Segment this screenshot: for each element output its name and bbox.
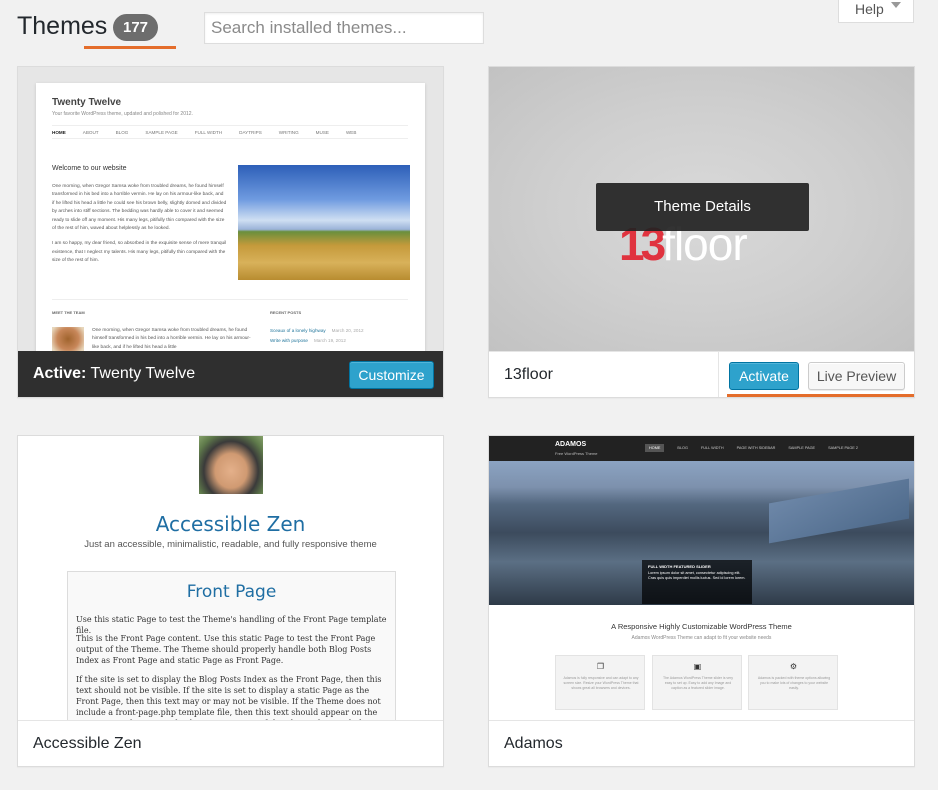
- theme-screenshot[interactable]: 13floor Theme Details: [489, 67, 914, 351]
- preview-post-date: March 20, 2012: [331, 328, 364, 333]
- preview-nav-item: WEB: [345, 130, 357, 135]
- help-label: Help: [855, 1, 884, 17]
- preview-avatar-image: [199, 436, 263, 494]
- preview-paragraph: I am so happy, my dear friend, so absorb…: [52, 241, 227, 264]
- feature-text: Adamos is packed with theme options allo…: [757, 676, 831, 690]
- preview-post-link: Sceaux of a lonely highway: [270, 328, 326, 333]
- theme-name: Twenty Twelve: [90, 365, 196, 382]
- live-preview-button[interactable]: Live Preview: [808, 362, 905, 390]
- active-theme-name: Active: Twenty Twelve: [33, 365, 195, 383]
- preview-brand: ADAMOS: [555, 441, 587, 448]
- theme-count-badge: 177: [113, 14, 159, 41]
- preview-feature-box: ❐ Adamos is fully responsive and can ada…: [555, 655, 645, 710]
- theme-screenshot[interactable]: ADAMOS Free WordPress Theme HOME BLOG FULL…: [489, 436, 914, 720]
- theme-name: Accessible Zen: [33, 735, 142, 752]
- title-underline: [84, 46, 176, 49]
- preview-body: One morning, when Gregor Samsa woke from…: [52, 183, 227, 266]
- theme-card-footer: Active: Twenty Twelve Customize: [18, 351, 443, 397]
- preview-nav-item: SAMPLE PAGE 2: [828, 446, 858, 450]
- preview-landscape-image: [238, 165, 410, 280]
- copy-icon: ❐: [596, 662, 605, 671]
- gear-icon: ⚙: [789, 662, 798, 671]
- preview-paragraph: This is the Front Page content. Use this…: [76, 634, 376, 665]
- theme-card-13floor[interactable]: 13floor Theme Details 13floor Activate L…: [488, 66, 915, 398]
- preview-nav-item: PAGE WITH SIDEBAR: [736, 446, 776, 450]
- feature-text: Adamos is fully responsive and can adapt…: [563, 676, 639, 690]
- preview-divider: [52, 299, 408, 300]
- theme-card-footer: Adamos: [489, 720, 914, 766]
- theme-screenshot[interactable]: Twenty Twelve Your favorite WordPress th…: [18, 67, 443, 351]
- preview-nav-item: HOME: [645, 444, 665, 452]
- help-tab-button[interactable]: Help: [838, 0, 914, 23]
- preview-nav-item: FULL WIDTH: [700, 446, 724, 450]
- preview-feature-box: ⚙ Adamos is packed with theme options al…: [748, 655, 838, 710]
- active-label: Active:: [33, 365, 87, 382]
- preview-team-text: One morning, when Gregor Samsa woke from…: [92, 328, 251, 350]
- preview-nav-item: WRITING: [278, 130, 299, 135]
- preview-heading: Welcome to our website: [52, 165, 127, 172]
- preview-site-title: Twenty Twelve: [52, 97, 122, 108]
- preview-nav: HOME ABOUT BLOG SAMPLE PAGE FULL WIDTH DAYTRI…: [52, 125, 408, 139]
- preview-slider-caption: FULL WIDTH FEATURED SLIDER Lorem ipsum d…: [642, 560, 752, 604]
- preview-heading: A Responsive Highly Customizable WordPre…: [611, 622, 792, 631]
- page-title: Themes: [17, 12, 108, 40]
- theme-card-footer: 13floor Activate Live Preview: [489, 351, 914, 397]
- preview-page-title: Front Page: [186, 582, 277, 602]
- preview-tagline: Just an accessible, minimalistic, readab…: [84, 539, 377, 550]
- preview-nav-item: ABOUT: [82, 130, 99, 135]
- image-icon: ▣: [693, 662, 702, 671]
- preview-topbar: ADAMOS Free WordPress Theme HOME BLOG FULL…: [489, 436, 914, 461]
- preview-recent-heading: RECENT POSTS: [270, 310, 302, 315]
- activate-button[interactable]: Activate: [729, 362, 799, 390]
- preview-site-title: Accessible Zen: [155, 512, 306, 536]
- theme-details-overlay[interactable]: Theme Details: [596, 183, 809, 231]
- slider-caption-text: Lorem ipsum dolor sit amet, consectetur …: [648, 570, 746, 581]
- theme-name: Adamos: [504, 735, 563, 752]
- preview-page: Twenty Twelve Your favorite WordPress th…: [36, 83, 425, 351]
- theme-card-footer: Accessible Zen: [18, 720, 443, 766]
- preview-team-heading: MEET THE TEAM: [52, 310, 85, 315]
- preview-paragraph: If the site is set to display the Blog P…: [76, 675, 382, 720]
- preview-feature-box: ▣ The Adamos WordPress Theme slider is v…: [652, 655, 742, 710]
- preview-nav-item: FULL WIDTH: [194, 130, 223, 135]
- preview-brand-sub: Free WordPress Theme: [555, 451, 598, 456]
- preview-content-box: Front Page Use this static Page to test …: [67, 571, 396, 720]
- preview-post-date: March 19, 2012: [313, 338, 346, 343]
- city-river: [769, 478, 909, 544]
- theme-card-adamos[interactable]: ADAMOS Free WordPress Theme HOME BLOG FULL…: [488, 435, 915, 767]
- preview-nav-item: DAYTRIPS: [239, 130, 262, 135]
- preview-nav-item: BLOG: [115, 130, 129, 135]
- preview-recent-posts: Sceaux of a lonely highway March 20, 2012…: [270, 326, 364, 346]
- search-input[interactable]: [204, 12, 484, 44]
- preview-tagline: Your favorite WordPress theme, updated a…: [52, 111, 193, 117]
- theme-card-twenty-twelve[interactable]: Twenty Twelve Your favorite WordPress th…: [17, 66, 444, 398]
- footer-separator: [718, 352, 719, 397]
- preview-nav-item: SAMPLE PAGE: [788, 446, 816, 450]
- preview-post-link: Write with purpose: [270, 338, 308, 343]
- preview-nav: HOME BLOG FULL WIDTH PAGE WITH SIDEBAR SAMPL…: [645, 444, 871, 452]
- theme-name: 13floor: [504, 366, 553, 383]
- theme-screenshot[interactable]: Accessible Zen Just an accessible, minim…: [18, 436, 443, 720]
- feature-text: The Adamos WordPress Theme slider is ver…: [662, 676, 734, 690]
- theme-card-accessible-zen[interactable]: Accessible Zen Just an accessible, minim…: [17, 435, 444, 767]
- actions-underline: [727, 394, 914, 397]
- preview-subheading: Adamos WordPress Theme can adapt to fit …: [631, 635, 772, 641]
- customize-button[interactable]: Customize: [349, 361, 434, 389]
- preview-paragraph: One morning, when Gregor Samsa woke from…: [52, 184, 227, 232]
- preview-tree-image: [52, 327, 84, 351]
- preview-nav-item: BLOG: [677, 446, 688, 450]
- chevron-down-icon: [891, 2, 901, 8]
- preview-nav-item: SAMPLE PAGE: [145, 130, 178, 135]
- slider-caption-title: FULL WIDTH FEATURED SLIDER: [648, 564, 711, 569]
- preview-nav-item: HOME: [52, 130, 66, 135]
- preview-nav-item: MUSE: [315, 130, 329, 135]
